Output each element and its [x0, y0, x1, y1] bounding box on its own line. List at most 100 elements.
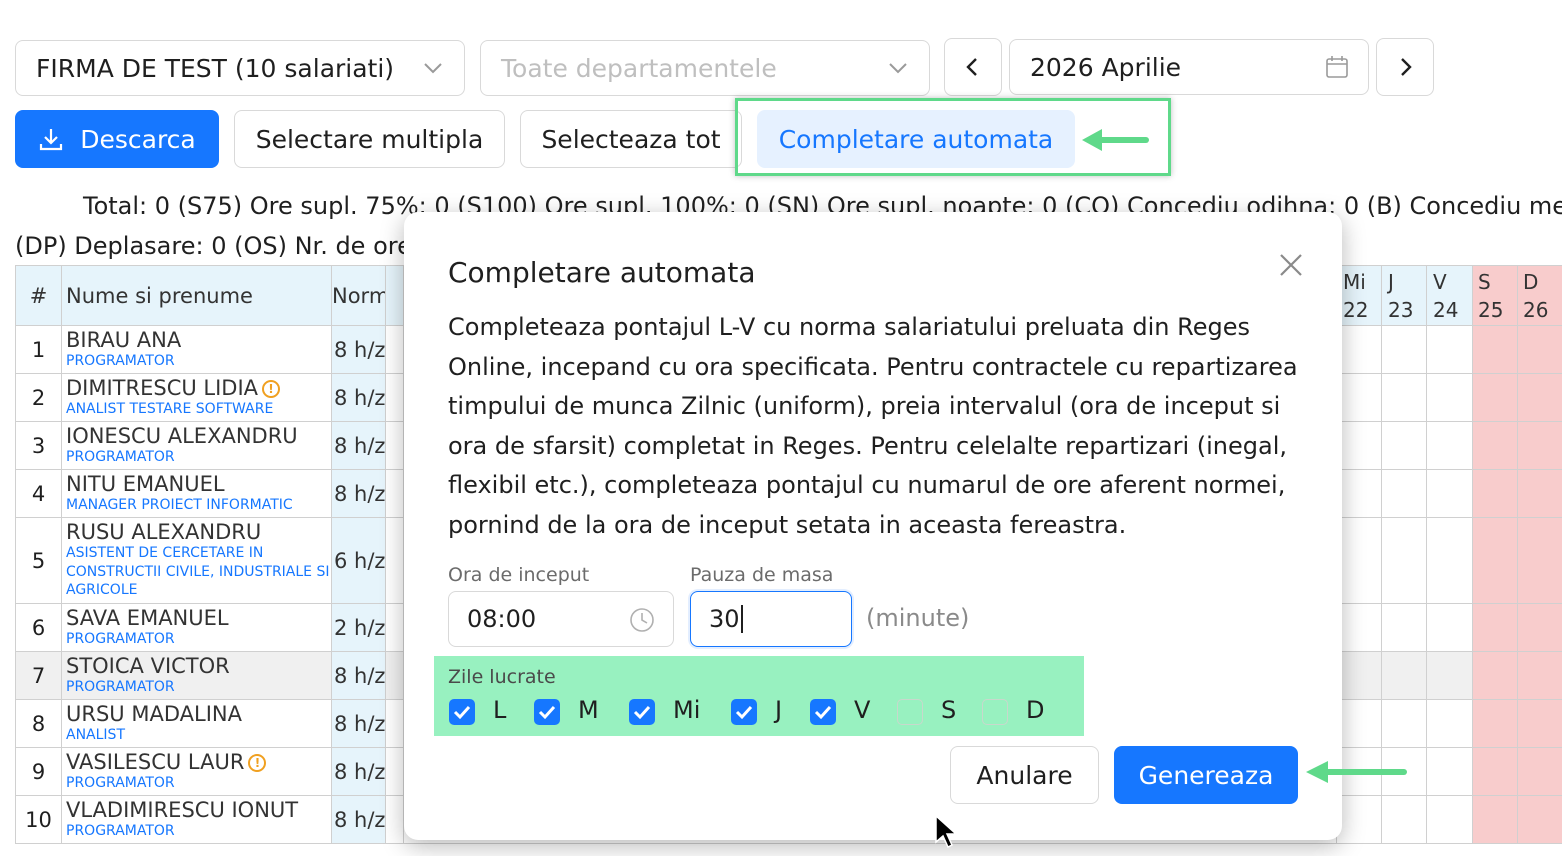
multi-select-label: Selectare multipla: [255, 124, 484, 154]
day-cell[interactable]: [1381, 421, 1427, 470]
employee-cell[interactable]: NITU EMANUEL MANAGER PROIECT INFORMATIC: [61, 469, 332, 518]
day-cell[interactable]: [1381, 325, 1427, 374]
next-month-button[interactable]: [1376, 38, 1434, 96]
day-cell[interactable]: [1426, 517, 1473, 604]
day-header-22: Mi 22: [1343, 268, 1368, 324]
break-input[interactable]: 30: [690, 591, 852, 647]
day-cell[interactable]: [1472, 373, 1518, 422]
day-cell[interactable]: [1472, 795, 1518, 844]
norm-cell: 8 h/zi: [331, 421, 386, 470]
row-number: 7: [15, 651, 62, 700]
employee-cell[interactable]: VLADIMIRESCU IONUT PROGRAMATOR: [61, 795, 332, 844]
day-cell[interactable]: [1517, 325, 1562, 374]
day-cell[interactable]: [1517, 651, 1562, 700]
day-checkbox-d[interactable]: [982, 699, 1008, 725]
day-cell[interactable]: [1472, 747, 1518, 796]
day-cell[interactable]: [385, 795, 404, 844]
day-cell[interactable]: [1426, 469, 1473, 518]
day-cell[interactable]: [1426, 651, 1473, 700]
employee-cell[interactable]: STOICA VICTOR PROGRAMATOR: [61, 651, 332, 700]
day-cell[interactable]: [1426, 373, 1473, 422]
day-cell[interactable]: [1472, 651, 1518, 700]
day-cell[interactable]: [1426, 325, 1473, 374]
company-select[interactable]: FIRMA DE TEST (10 salariati): [15, 40, 465, 96]
norm-cell: 6 h/zi: [331, 517, 386, 604]
day-checkbox-l[interactable]: [449, 699, 475, 725]
day-cell[interactable]: [1517, 373, 1562, 422]
day-cell[interactable]: [1381, 603, 1427, 652]
day-cell[interactable]: [385, 373, 404, 422]
day-cell[interactable]: [1381, 469, 1427, 518]
day-cell[interactable]: [1426, 747, 1473, 796]
download-button[interactable]: Descarca: [15, 110, 219, 168]
day-checkbox-v[interactable]: [810, 699, 836, 725]
calendar-icon: [1326, 56, 1348, 78]
employee-cell[interactable]: BIRAU ANA PROGRAMATOR: [61, 325, 332, 374]
check-icon: [538, 705, 556, 720]
day-cell[interactable]: [385, 421, 404, 470]
day-cell[interactable]: [385, 603, 404, 652]
day-cell[interactable]: [1381, 373, 1427, 422]
close-icon[interactable]: [1278, 252, 1304, 278]
day-cell[interactable]: [1472, 699, 1518, 748]
employee-cell[interactable]: URSU MADALINA ANALIST: [61, 699, 332, 748]
day-checkbox-mi[interactable]: [629, 699, 655, 725]
select-all-label: Selecteaza tot: [541, 124, 721, 154]
day-cell[interactable]: [1336, 469, 1382, 518]
day-cell[interactable]: [1517, 699, 1562, 748]
start-time-input[interactable]: 08:00: [448, 591, 674, 647]
day-cell[interactable]: [1517, 469, 1562, 518]
multi-select-button[interactable]: Selectare multipla: [234, 110, 505, 168]
generate-button[interactable]: Genereaza: [1114, 746, 1298, 804]
day-cell[interactable]: [1381, 651, 1427, 700]
day-cell[interactable]: [1517, 603, 1562, 652]
day-cell[interactable]: [1426, 795, 1473, 844]
day-cell[interactable]: [1472, 421, 1518, 470]
day-cell[interactable]: [1517, 795, 1562, 844]
day-cell[interactable]: [1336, 795, 1382, 844]
employee-cell[interactable]: IONESCU ALEXANDRU PROGRAMATOR: [61, 421, 332, 470]
day-cell[interactable]: [385, 747, 404, 796]
day-header-25: S 25: [1478, 268, 1503, 324]
day-cell[interactable]: [1336, 373, 1382, 422]
day-cell[interactable]: [1472, 603, 1518, 652]
day-cell[interactable]: [1472, 325, 1518, 374]
month-picker[interactable]: 2026 Aprilie: [1009, 39, 1369, 95]
day-cell[interactable]: [1472, 469, 1518, 518]
auto-fill-modal: Completare automata Completeaza pontajul…: [404, 212, 1342, 840]
day-cell[interactable]: [1426, 421, 1473, 470]
day-cell[interactable]: [1336, 603, 1382, 652]
employee-cell[interactable]: DIMITRESCU LIDIA! ANALIST TESTARE SOFTWAR…: [61, 373, 332, 422]
day-checkbox-m[interactable]: [534, 699, 560, 725]
day-cell[interactable]: [1517, 421, 1562, 470]
employee-cell[interactable]: RUSU ALEXANDRU ASISTENT DE CERCETARE IN C…: [61, 517, 332, 604]
start-time-value: 08:00: [467, 605, 537, 633]
employee-cell[interactable]: SAVA EMANUEL PROGRAMATOR: [61, 603, 332, 652]
day-cell[interactable]: [1336, 517, 1382, 604]
day-cell[interactable]: [1381, 699, 1427, 748]
select-all-button[interactable]: Selecteaza tot: [520, 110, 742, 168]
day-checkbox-j[interactable]: [731, 699, 757, 725]
day-cell[interactable]: [385, 651, 404, 700]
prev-month-button[interactable]: [944, 38, 1002, 96]
day-cell[interactable]: [1472, 517, 1518, 604]
day-cell[interactable]: [1381, 795, 1427, 844]
department-select[interactable]: Toate departamentele: [480, 40, 930, 96]
day-cell[interactable]: [1426, 699, 1473, 748]
day-cell[interactable]: [385, 469, 404, 518]
day-cell[interactable]: [385, 517, 404, 604]
day-cell[interactable]: [1517, 747, 1562, 796]
day-cell[interactable]: [1336, 651, 1382, 700]
row-number: 4: [15, 469, 62, 518]
day-cell[interactable]: [385, 699, 404, 748]
day-cell[interactable]: [1381, 517, 1427, 604]
day-cell[interactable]: [1336, 325, 1382, 374]
day-cell[interactable]: [1336, 699, 1382, 748]
day-cell[interactable]: [1336, 421, 1382, 470]
day-cell[interactable]: [1517, 517, 1562, 604]
cancel-button[interactable]: Anulare: [950, 746, 1099, 804]
day-cell[interactable]: [385, 325, 404, 374]
day-cell[interactable]: [1426, 603, 1473, 652]
employee-cell[interactable]: VASILESCU LAUR! PROGRAMATOR: [61, 747, 332, 796]
day-checkbox-s[interactable]: [897, 699, 923, 725]
